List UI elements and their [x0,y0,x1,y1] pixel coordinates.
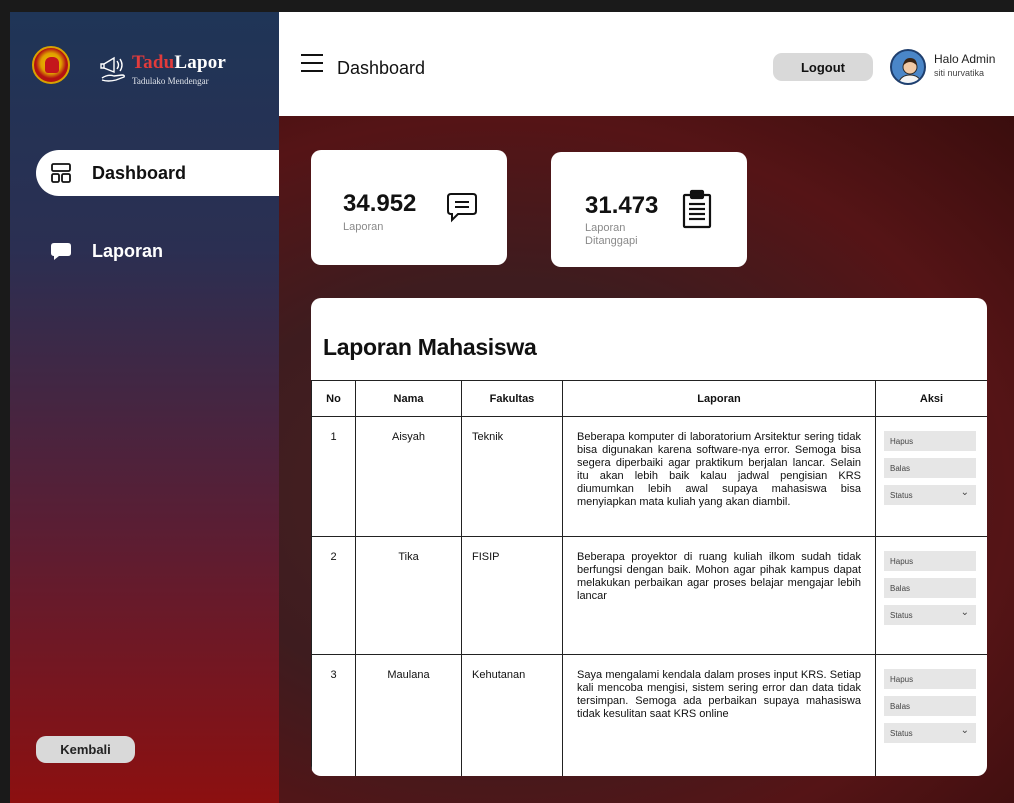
status-select[interactable]: Status [884,723,976,743]
chat-bubble-icon [50,240,72,262]
cell-fakultas: Teknik [461,416,563,537]
cell-nama: Maulana [355,654,462,776]
sidebar-item-label: Laporan [92,240,164,261]
greeting: Halo Admin [934,52,996,66]
brand-title: TaduLapor [132,52,227,73]
app-window: TaduLapor Tadulako Mendengar Dashboard L… [10,12,1014,803]
cell-laporan: Beberapa proyektor di ruang kuliah ilkom… [562,536,876,655]
megaphone-hand-icon [100,56,125,82]
back-button[interactable]: Kembali [36,736,135,763]
stat-label-line1: Laporan [585,222,626,234]
cell-no: 2 [311,536,356,655]
clipboard-icon [682,189,712,229]
stat-label: Laporan [343,221,384,233]
column-header-aksi: Aksi [875,380,987,417]
cell-no: 1 [311,416,356,537]
stat-label-line2: Ditanggapi [585,235,638,247]
logout-button[interactable]: Logout [773,53,873,81]
column-header-fakultas: Fakultas [461,380,563,417]
cell-no: 3 [311,654,356,776]
stat-card-ditanggapi: 31.473 Laporan Ditanggapi [551,152,747,267]
reply-button[interactable]: Balas [884,578,976,598]
page-title: Dashboard [337,58,426,78]
report-panel: Laporan Mahasiswa No Nama Fakultas Lapor… [311,298,987,776]
stat-value: 31.473 [585,192,659,219]
hamburger-menu-icon[interactable] [301,54,323,72]
dashboard-icon [50,162,72,184]
stat-value: 34.952 [343,190,417,217]
top-bar: Dashboard Logout Halo Admin siti nurvati… [279,12,1014,116]
main-content: 34.952 Laporan 31.473 Laporan Ditanggapi [279,116,1014,803]
column-header-no: No [311,380,356,417]
delete-button[interactable]: Hapus [884,669,976,689]
sidebar: TaduLapor Tadulako Mendengar Dashboard L… [10,12,279,803]
table-row: 2 Tika FISIP Beberapa proyektor di ruang… [311,536,987,655]
cell-laporan: Beberapa komputer di laboratorium Arsite… [562,416,876,537]
stat-card-laporan: 34.952 Laporan [311,150,507,265]
table-row: 1 Aisyah Teknik Beberapa komputer di lab… [311,416,987,537]
cell-nama: Aisyah [355,416,462,537]
message-icon [447,193,477,223]
reply-button[interactable]: Balas [884,696,976,716]
username: siti nurvatika [934,68,985,78]
cell-fakultas: FISIP [461,536,563,655]
cell-fakultas: Kehutanan [461,654,563,776]
cell-aksi: Hapus Balas Status [875,654,987,776]
report-table: No Nama Fakultas Laporan Aksi 1 Aisyah T… [311,380,987,776]
cell-laporan: Saya mengalami kendala dalam proses inpu… [562,654,876,776]
status-select[interactable]: Status [884,485,976,505]
sidebar-item-laporan[interactable]: Laporan [36,228,279,274]
brand: TaduLapor Tadulako Mendengar [10,12,279,117]
sidebar-item-dashboard[interactable]: Dashboard [36,150,279,196]
delete-button[interactable]: Hapus [884,551,976,571]
cell-aksi: Hapus Balas Status [875,536,987,655]
cell-nama: Tika [355,536,462,655]
reply-button[interactable]: Balas [884,458,976,478]
sidebar-item-label: Dashboard [92,162,187,183]
brand-subtitle: Tadulako Mendengar [132,76,209,86]
table-row: 3 Maulana Kehutanan Saya mengalami kenda… [311,654,987,776]
column-header-nama: Nama [355,380,462,417]
panel-title: Laporan Mahasiswa [323,334,537,360]
column-header-laporan: Laporan [562,380,876,417]
university-logo [32,46,70,84]
avatar[interactable] [890,49,926,85]
cell-aksi: Hapus Balas Status [875,416,987,537]
status-select[interactable]: Status [884,605,976,625]
delete-button[interactable]: Hapus [884,431,976,451]
table-header-row: No Nama Fakultas Laporan Aksi [311,380,987,417]
